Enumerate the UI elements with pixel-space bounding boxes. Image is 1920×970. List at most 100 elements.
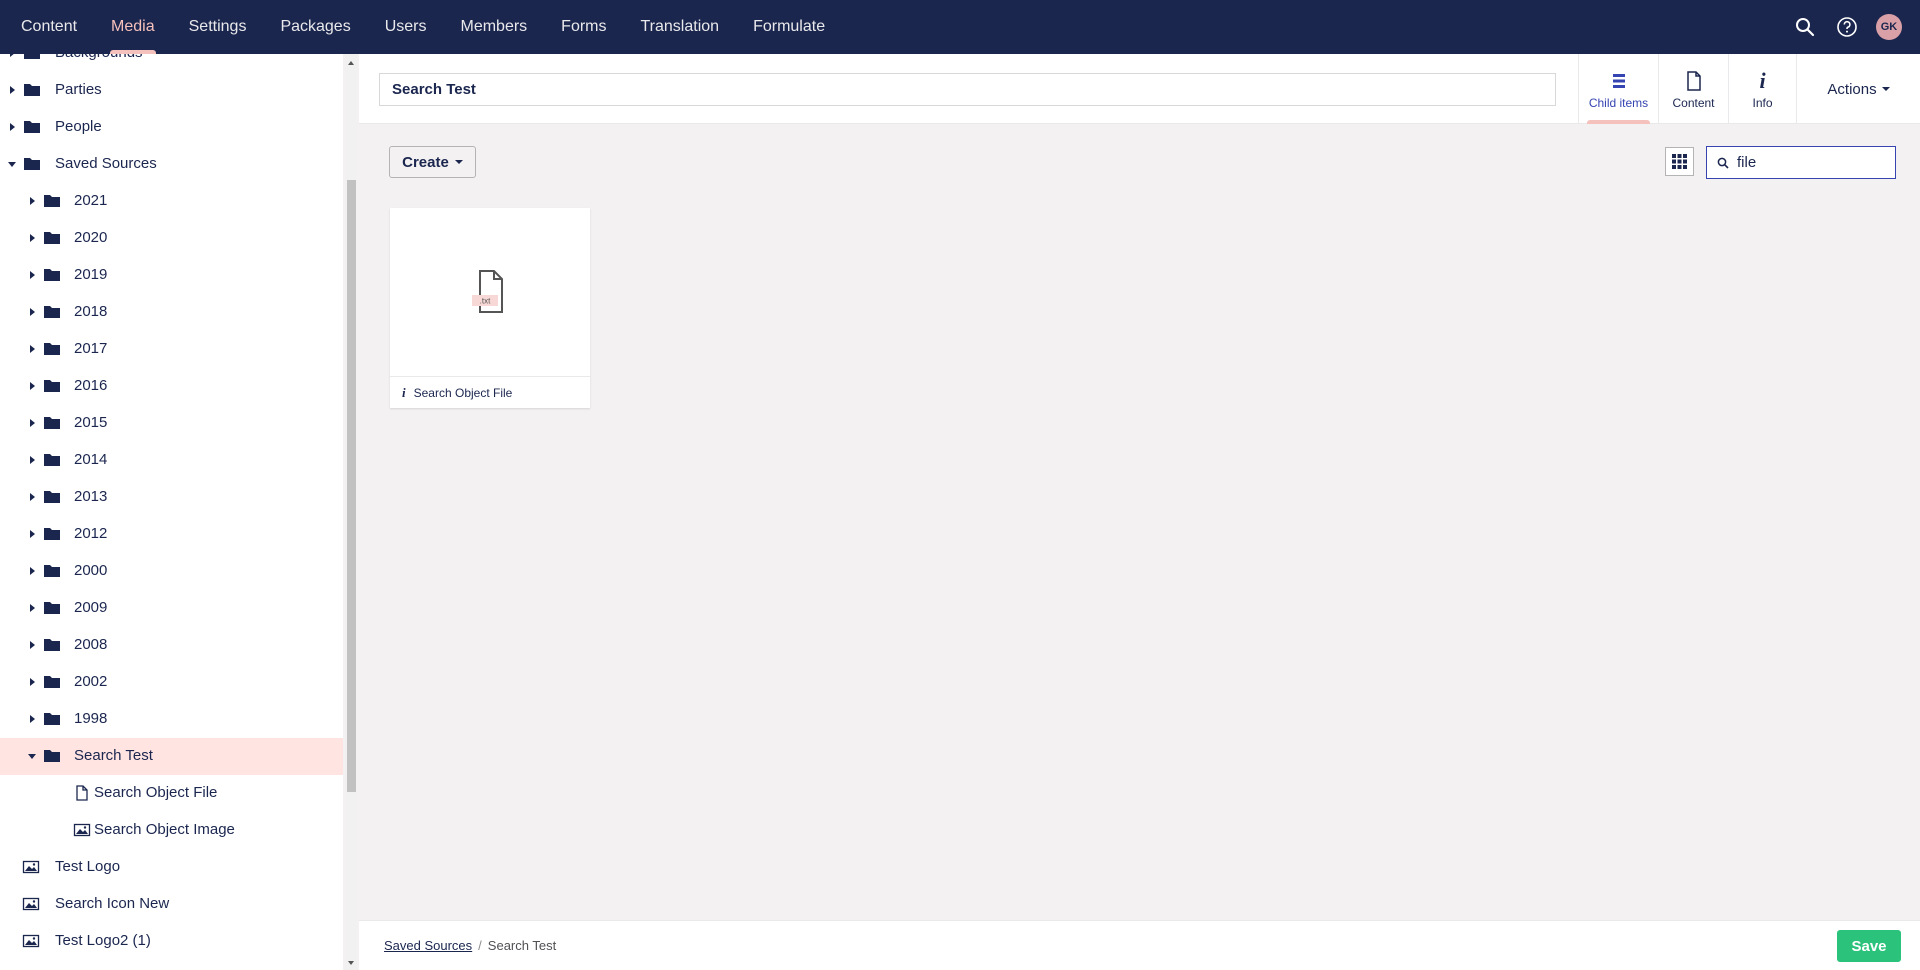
caret-right-icon[interactable] (30, 530, 35, 538)
tree-item[interactable]: 2000 (0, 553, 343, 590)
tab-info[interactable]: i Info (1728, 54, 1796, 124)
tree-item[interactable]: 2015 (0, 405, 343, 442)
tree-item[interactable]: 2002 (0, 664, 343, 701)
breadcrumb-separator: / (478, 938, 482, 953)
scrollbar-thumb[interactable] (347, 180, 356, 792)
caret-right-icon[interactable] (10, 123, 15, 131)
grid-view-toggle[interactable] (1665, 147, 1694, 176)
tree-item[interactable]: 2018 (0, 294, 343, 331)
caret-right-icon[interactable] (30, 382, 35, 390)
media-item-card[interactable]: .txt i Search Object File (390, 208, 590, 408)
tree-item[interactable]: Search Object File (0, 775, 343, 812)
tree-item[interactable]: 2016 (0, 368, 343, 405)
actions-dropdown[interactable]: Actions (1796, 54, 1920, 124)
tree-item[interactable]: 2009 (0, 590, 343, 627)
breadcrumb-link[interactable]: Saved Sources (384, 938, 472, 953)
info-icon[interactable]: i (402, 385, 406, 401)
nav-formulate[interactable]: Formulate (736, 0, 842, 54)
tree-item[interactable]: 2014 (0, 442, 343, 479)
folder-icon (44, 750, 60, 762)
tree-item-label: Search Icon New (55, 895, 170, 912)
caret-right-icon[interactable] (30, 493, 35, 501)
tree-item-label: Test Logo2 (1) (55, 932, 151, 949)
caret-right-icon[interactable] (10, 54, 15, 57)
folder-icon (44, 195, 60, 207)
search-icon[interactable] (1792, 14, 1818, 40)
caret-right-icon[interactable] (30, 678, 35, 686)
caret-down-icon[interactable] (28, 754, 36, 759)
image-icon (22, 897, 40, 911)
tree-item-label: 2000 (74, 562, 108, 579)
folder-icon (24, 54, 40, 59)
folder-icon (44, 602, 60, 614)
tree-item[interactable]: Search Test (0, 738, 343, 775)
caret-right-icon[interactable] (30, 197, 35, 205)
caret-right-icon[interactable] (30, 419, 35, 427)
tree-item[interactable]: 2012 (0, 516, 343, 553)
breadcrumb-current: Search Test (487, 938, 557, 953)
help-icon[interactable] (1834, 14, 1860, 40)
tree-item-label: 2012 (74, 525, 108, 542)
tree-item-label: Parties (55, 81, 102, 98)
caret-right-icon[interactable] (30, 715, 35, 723)
tree-item[interactable]: Search Icon New (0, 886, 343, 923)
media-item-name[interactable]: Search Object File (414, 386, 513, 400)
caret-right-icon[interactable] (30, 567, 35, 575)
folder-icon (44, 491, 60, 503)
tree-item[interactable]: 2017 (0, 331, 343, 368)
tree-item[interactable]: 2008 (0, 627, 343, 664)
tree-item[interactable]: Search Object Image (0, 812, 343, 849)
list-icon (1612, 69, 1626, 93)
caret-right-icon[interactable] (30, 456, 35, 464)
media-item-preview[interactable]: .txt (390, 208, 590, 376)
save-button[interactable]: Save (1837, 930, 1901, 962)
caret-right-icon[interactable] (30, 604, 35, 612)
nav-settings[interactable]: Settings (172, 0, 264, 54)
nav-translation[interactable]: Translation (624, 0, 737, 54)
folder-icon (44, 528, 60, 540)
tree-scrollbar[interactable] (345, 54, 357, 970)
tree-item[interactable]: Saved Sources (0, 146, 343, 183)
caret-right-icon[interactable] (30, 271, 35, 279)
folder-icon (44, 639, 60, 651)
tree-item[interactable]: Test Logo (0, 849, 343, 886)
caret-right-icon[interactable] (10, 86, 15, 94)
nav-packages[interactable]: Packages (263, 0, 367, 54)
tree-item[interactable]: People (0, 109, 343, 146)
caret-right-icon[interactable] (30, 641, 35, 649)
image-icon (73, 823, 91, 837)
tab-content-label: Content (1672, 95, 1715, 110)
nav-forms[interactable]: Forms (544, 0, 623, 54)
folder-icon (44, 565, 60, 577)
scroll-up-arrow-icon[interactable] (348, 61, 354, 65)
filter-search-box[interactable] (1706, 146, 1896, 179)
caret-right-icon[interactable] (30, 345, 35, 353)
tree-item[interactable]: Test Logo2 (1) (0, 923, 343, 960)
image-icon (22, 860, 40, 874)
nav-members[interactable]: Members (443, 0, 544, 54)
caret-down-icon[interactable] (8, 162, 16, 167)
tree-item-label: Test Logo (55, 858, 121, 875)
caret-right-icon[interactable] (30, 234, 35, 242)
tab-child-items[interactable]: Child items (1578, 54, 1658, 124)
create-button[interactable]: Create (389, 146, 476, 178)
nav-users[interactable]: Users (368, 0, 444, 54)
folder-icon (24, 84, 40, 96)
tree-item[interactable]: 1998 (0, 701, 343, 738)
user-avatar[interactable]: GK (1876, 14, 1902, 40)
media-name-input[interactable] (379, 73, 1556, 106)
tree-item[interactable]: 2013 (0, 479, 343, 516)
filter-search-input[interactable] (1737, 154, 1887, 171)
tree-item[interactable]: Parties (0, 72, 343, 109)
tree-item[interactable]: 2021 (0, 183, 343, 220)
nav-content[interactable]: Content (4, 0, 94, 54)
caret-right-icon[interactable] (30, 308, 35, 316)
nav-media[interactable]: Media (94, 0, 172, 54)
tree-item[interactable]: 2020 (0, 220, 343, 257)
tab-content[interactable]: Content (1658, 54, 1728, 124)
tree-item[interactable]: Backgrounds (0, 54, 343, 72)
tree-item[interactable]: 2019 (0, 257, 343, 294)
tree-item-label: 2013 (74, 488, 108, 505)
scroll-down-arrow-icon[interactable] (348, 961, 354, 965)
tree-item-label: 2021 (74, 192, 108, 209)
